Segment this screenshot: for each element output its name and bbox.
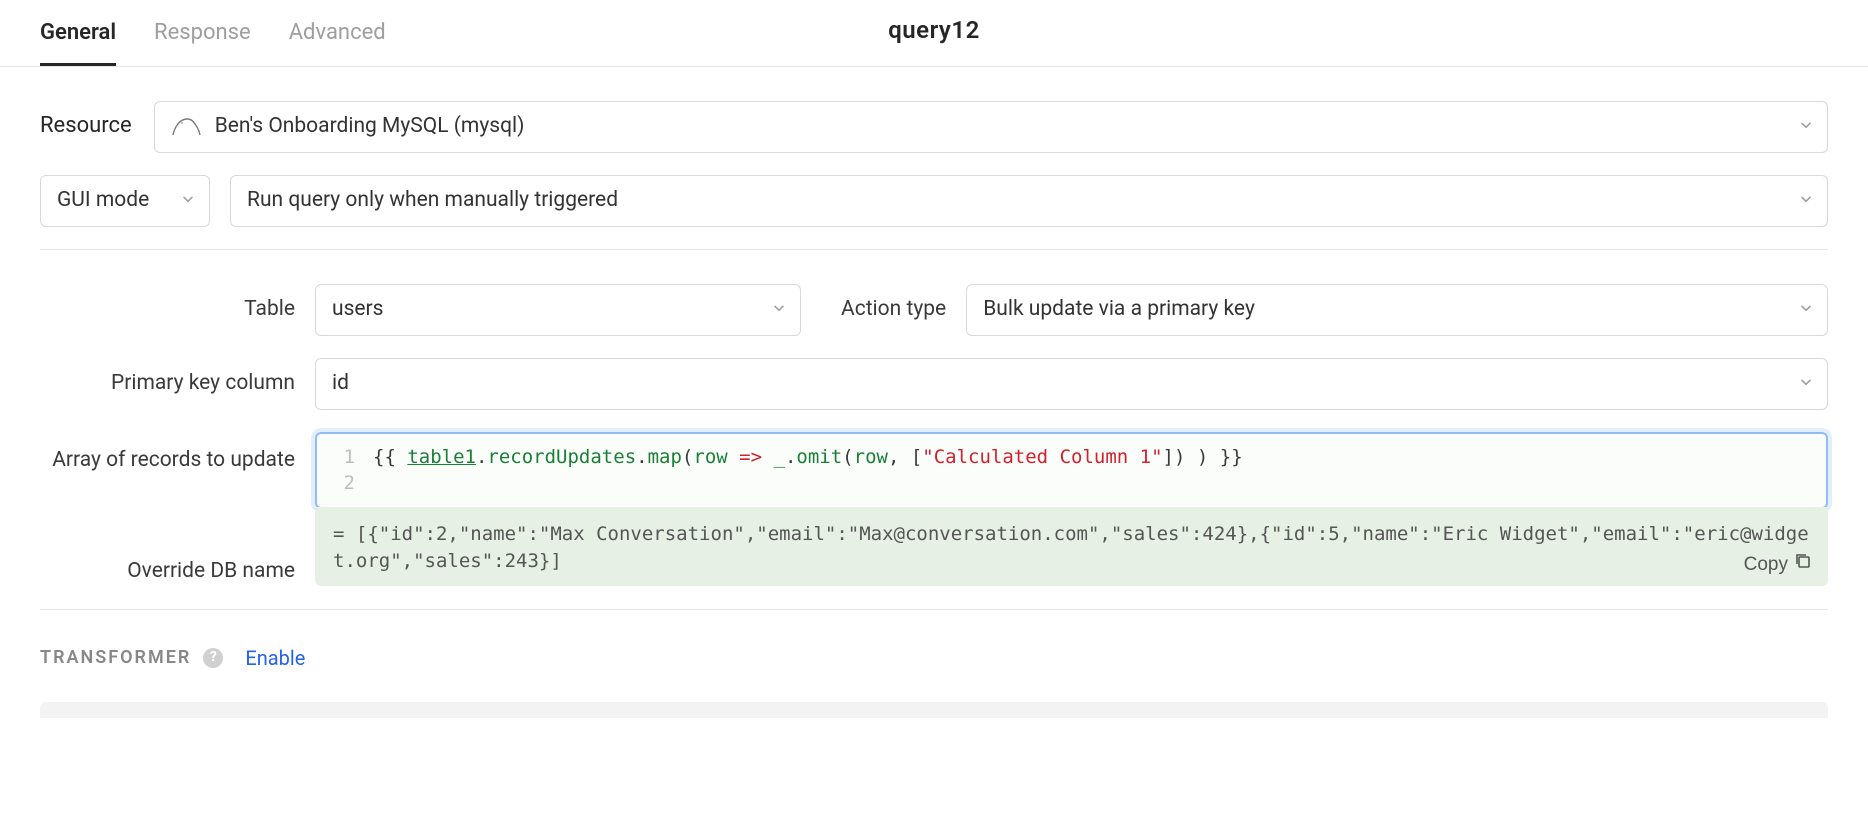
tab-response[interactable]: Response xyxy=(154,10,251,66)
action-type-label: Action type xyxy=(841,295,946,324)
primary-key-label: Primary key column xyxy=(40,369,295,398)
copy-label: Copy xyxy=(1744,552,1788,579)
resource-select[interactable]: Ben's Onboarding MySQL (mysql) xyxy=(154,101,1828,153)
table-label: Table xyxy=(40,295,295,324)
chevron-down-icon xyxy=(1799,112,1813,141)
copy-button[interactable]: Copy xyxy=(1744,552,1812,579)
code-line-2 xyxy=(373,470,1826,497)
chevron-down-icon xyxy=(1799,186,1813,215)
override-db-label: Override DB name xyxy=(40,557,295,586)
result-value: [{"id":2,"name":"Max Conversation","emai… xyxy=(333,523,1809,572)
primary-key-value: id xyxy=(332,369,349,398)
tab-general[interactable]: General xyxy=(40,10,116,66)
mode-value: GUI mode xyxy=(57,186,149,215)
trigger-value: Run query only when manually triggered xyxy=(247,186,618,215)
result-panel: = [{"id":2,"name":"Max Conversation","em… xyxy=(315,507,1828,586)
records-label: Array of records to update xyxy=(40,446,295,475)
table-value: users xyxy=(332,295,384,324)
gutter-line-1: 1 xyxy=(317,444,373,471)
help-icon[interactable]: ? xyxy=(203,648,223,668)
copy-icon xyxy=(1794,552,1812,579)
enable-transformer-link[interactable]: Enable xyxy=(245,644,305,672)
tabs: General Response Advanced xyxy=(40,10,386,66)
result-prefix: = xyxy=(333,523,356,545)
tab-advanced[interactable]: Advanced xyxy=(289,10,386,66)
chevron-down-icon xyxy=(772,295,786,324)
gutter-line-2: 2 xyxy=(317,470,373,497)
records-code-editor[interactable]: 1 {{ table1.recordUpdates.map(row => _.o… xyxy=(315,432,1828,509)
action-type-select[interactable]: Bulk update via a primary key xyxy=(966,284,1828,336)
mysql-dolphin-icon xyxy=(171,115,201,139)
chevron-down-icon xyxy=(1799,369,1813,398)
chevron-down-icon xyxy=(181,186,195,215)
resource-label: Resource xyxy=(40,111,132,142)
primary-key-select[interactable]: id xyxy=(315,358,1828,410)
chevron-down-icon xyxy=(1799,295,1813,324)
tabs-bar: General Response Advanced query12 xyxy=(0,0,1868,67)
divider xyxy=(40,609,1828,610)
divider xyxy=(40,249,1828,250)
table-select[interactable]: users xyxy=(315,284,801,336)
resource-value: Ben's Onboarding MySQL (mysql) xyxy=(215,112,525,141)
trigger-select[interactable]: Run query only when manually triggered xyxy=(230,175,1828,227)
collapsed-panel xyxy=(40,702,1828,718)
code-line-1: {{ table1.recordUpdates.map(row => _.omi… xyxy=(373,444,1826,471)
transformer-heading: TRANSFORMER xyxy=(40,645,191,670)
action-type-value: Bulk update via a primary key xyxy=(983,295,1255,324)
mode-select[interactable]: GUI mode xyxy=(40,175,210,227)
